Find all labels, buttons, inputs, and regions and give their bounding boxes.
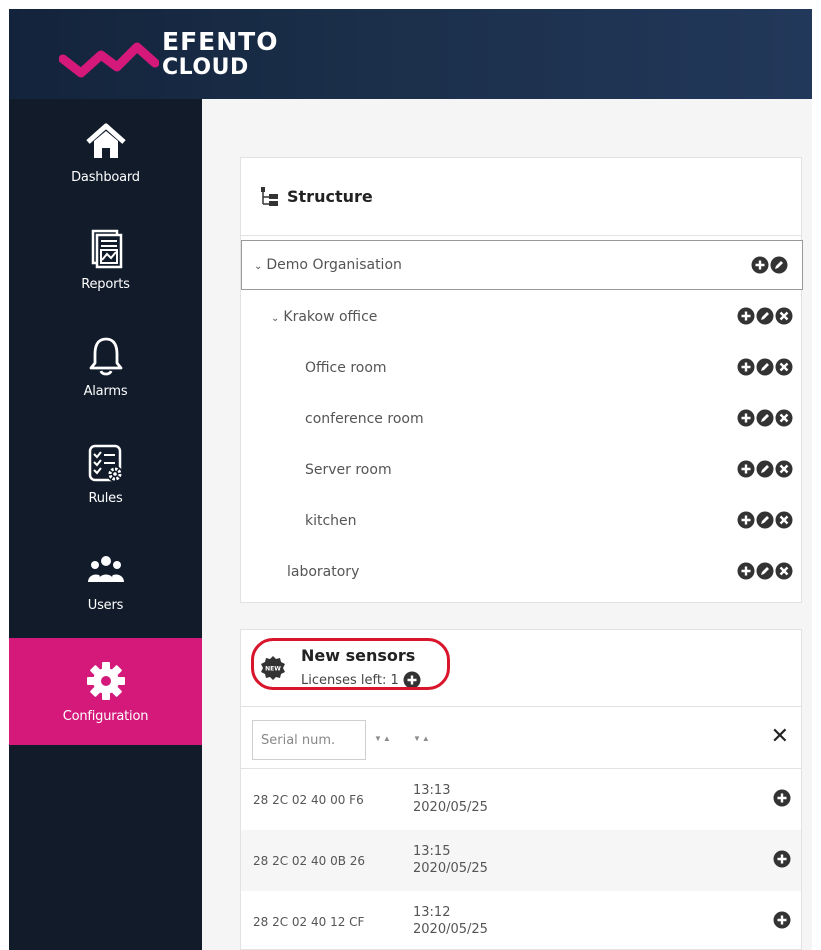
sensor-datetime: 13:15 2020/05/25: [413, 843, 488, 877]
logo-mark-icon: [59, 42, 159, 78]
users-icon: [87, 556, 124, 582]
sensor-serial: 28 2C 02 40 12 CF: [253, 915, 365, 929]
sidebar-item-rules[interactable]: Rules: [9, 420, 202, 527]
serial-number-filter-input[interactable]: [252, 720, 366, 760]
sensor-time: 13:13: [413, 783, 451, 798]
tree-node-label: Server room: [305, 462, 392, 478]
edit-icon[interactable]: [756, 307, 774, 325]
sidebar-item-label: Users: [87, 598, 124, 613]
sidebar-item-label: Alarms: [83, 384, 128, 399]
sensor-serial: 28 2C 02 40 0B 26: [253, 854, 366, 868]
sensor-date: 2020/05/25: [413, 800, 488, 815]
add-icon[interactable]: [737, 409, 755, 427]
sidebar-item-users[interactable]: Users: [9, 527, 202, 634]
add-sensor-icon[interactable]: [773, 789, 791, 807]
tree-node-demo-organisation[interactable]: ⌄ Demo Organisation: [241, 240, 803, 290]
delete-icon[interactable]: [775, 358, 793, 376]
tree-node-label: conference room: [305, 411, 424, 427]
tree-structure-icon: [261, 186, 278, 206]
new-sensors-header: NEW New sensors Licenses left: 1: [241, 630, 801, 707]
new-sensors-panel: NEW New sensors Licenses left: 1 ▼▲ ▼▲ ✕…: [240, 629, 802, 950]
delete-icon[interactable]: [775, 460, 793, 478]
add-icon[interactable]: [737, 358, 755, 376]
sensor-time: 13:12: [413, 905, 451, 920]
structure-panel: Structure ⌄ Demo Organisation ⌄ Krakow off…: [240, 157, 803, 603]
sensor-date: 2020/05/25: [413, 861, 488, 876]
efento-logo[interactable]: EFENTO CLOUD: [59, 27, 289, 89]
tree-node-text: Demo Organisation: [266, 257, 402, 273]
tree-node-server-room[interactable]: Server room: [241, 445, 803, 495]
sidebar-item-alarms[interactable]: Alarms: [9, 313, 202, 420]
main-content: Structure ⌄ Demo Organisation ⌄ Krakow off…: [202, 99, 812, 950]
sidebar-item-configuration[interactable]: Configuration: [9, 638, 202, 745]
tree-node-label: kitchen: [305, 513, 357, 529]
sidebar-item-label: Rules: [88, 491, 123, 506]
expand-chevron-icon[interactable]: ⌄: [271, 313, 279, 324]
add-sensor-icon[interactable]: [773, 911, 791, 929]
tree-node-krakow-office[interactable]: ⌄ Krakow office: [241, 292, 803, 342]
sidebar-item-label: Dashboard: [71, 170, 140, 185]
tree-node-label: Office room: [305, 360, 387, 376]
sidebar-item-label: Configuration: [62, 709, 149, 724]
add-sensor-icon[interactable]: [773, 850, 791, 868]
tree-node-office-room[interactable]: Office room: [241, 343, 803, 393]
rules-icon: [88, 444, 123, 482]
tree-node-kitchen[interactable]: kitchen: [241, 496, 803, 546]
delete-icon[interactable]: [775, 511, 793, 529]
sort-date-icon[interactable]: ▼▲: [413, 734, 431, 743]
sidebar-item-label: Reports: [81, 277, 130, 292]
expand-chevron-icon[interactable]: ⌄: [254, 261, 262, 272]
add-icon[interactable]: [737, 460, 755, 478]
sidebar-item-dashboard[interactable]: Dashboard: [9, 99, 202, 206]
clear-filter-close-icon[interactable]: ✕: [771, 723, 789, 749]
sensor-datetime: 13:13 2020/05/25: [413, 782, 488, 816]
tree-node-label: ⌄ Krakow office: [271, 309, 377, 325]
report-icon: [91, 229, 122, 269]
delete-icon[interactable]: [775, 307, 793, 325]
edit-icon[interactable]: [770, 256, 788, 274]
highlight-annotation: [251, 638, 450, 690]
sensor-time: 13:15: [413, 844, 451, 859]
app-header: EFENTO CLOUD: [9, 9, 812, 99]
brand-line2: CLOUD: [162, 55, 249, 80]
sidebar: Dashboard Reports Alarms Rules Users Con…: [9, 99, 202, 950]
add-icon[interactable]: [737, 511, 755, 529]
tree-node-text: Krakow office: [283, 309, 378, 325]
brand-line1: EFENTO: [162, 27, 279, 56]
tree-node-label: ⌄ Demo Organisation: [254, 257, 402, 273]
sensor-row: 28 2C 02 40 0B 26 13:15 2020/05/25: [241, 830, 801, 891]
delete-icon[interactable]: [775, 409, 793, 427]
add-icon[interactable]: [751, 256, 769, 274]
sensor-serial: 28 2C 02 40 00 F6: [253, 793, 364, 807]
edit-icon[interactable]: [756, 562, 774, 580]
structure-title: Structure: [287, 187, 373, 206]
edit-icon[interactable]: [756, 511, 774, 529]
tree-node-label: laboratory: [287, 564, 360, 580]
home-icon: [85, 123, 126, 158]
tree-node-laboratory[interactable]: laboratory: [241, 547, 803, 597]
sort-serial-icon[interactable]: ▼▲: [374, 734, 392, 743]
edit-icon[interactable]: [756, 358, 774, 376]
sensor-date: 2020/05/25: [413, 922, 488, 937]
gear-icon: [86, 662, 125, 700]
tree-node-conference-room[interactable]: conference room: [241, 394, 803, 444]
delete-icon[interactable]: [775, 562, 793, 580]
bell-icon: [89, 337, 122, 376]
add-icon[interactable]: [737, 307, 755, 325]
sidebar-item-reports[interactable]: Reports: [9, 206, 202, 313]
sensor-row: 28 2C 02 40 00 F6 13:13 2020/05/25: [241, 769, 801, 830]
sensor-datetime: 13:12 2020/05/25: [413, 904, 488, 938]
filter-row: ▼▲ ▼▲ ✕: [241, 707, 801, 769]
structure-header: Structure: [241, 158, 801, 236]
add-icon[interactable]: [737, 562, 755, 580]
edit-icon[interactable]: [756, 460, 774, 478]
sensor-row: 28 2C 02 40 12 CF 13:12 2020/05/25: [241, 891, 801, 950]
edit-icon[interactable]: [756, 409, 774, 427]
